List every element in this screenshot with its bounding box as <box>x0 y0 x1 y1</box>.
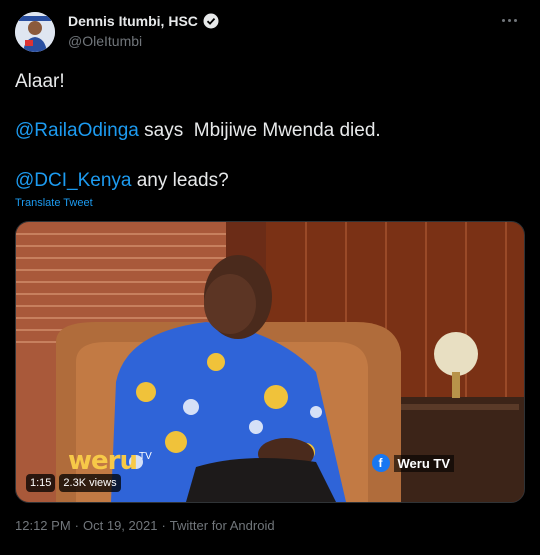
tweet-date[interactable]: Oct 19, 2021 <box>83 518 157 533</box>
tweet-text: Alaar! <box>15 71 65 92</box>
tweet-text: says Mbijiwe Mwenda died. <box>138 120 381 141</box>
verified-badge-icon <box>203 13 219 29</box>
channel-label: Weru TV <box>393 454 454 472</box>
translate-tweet-link[interactable]: Translate Tweet <box>15 197 93 209</box>
meta-separator: · <box>161 518 166 533</box>
author-handle[interactable]: @OleItumbi <box>68 33 142 49</box>
author-display-name[interactable]: Dennis Itumbi, HSC <box>68 13 198 29</box>
weru-logo-text: weru <box>68 446 138 476</box>
more-options-icon[interactable] <box>502 14 522 26</box>
tweet-time[interactable]: 12:12 PM <box>15 518 71 533</box>
tweet: Dennis Itumbi, HSC @OleItumbi Alaar! @Ra… <box>0 0 540 555</box>
avatar-image <box>15 12 55 52</box>
tweet-meta: 12:12 PM · Oct 19, 2021 · Twitter for Androi… <box>15 518 275 533</box>
view-count: 2.3K views <box>59 474 121 492</box>
weru-logo-tv: TV <box>139 451 152 462</box>
tweet-text-line-3: @DCI_Kenya any leads? <box>15 169 229 193</box>
tweet-text-line-1: Alaar! <box>15 70 65 94</box>
video-stats: 1:15 2.3K views <box>26 474 125 492</box>
author-name-row: Dennis Itumbi, HSC <box>68 13 219 29</box>
facebook-icon: f <box>371 454 390 472</box>
video-duration: 1:15 <box>26 474 56 492</box>
tweet-text: any leads? <box>131 170 229 191</box>
video-player[interactable]: weru TV f Weru TV 1:15 2.3K views <box>15 221 525 503</box>
mention-link[interactable]: @DCI_Kenya <box>15 170 131 191</box>
tweet-text-line-2: @RailaOdinga says Mbijiwe Mwenda died. <box>15 119 381 143</box>
tweet-source[interactable]: Twitter for Android <box>170 518 275 533</box>
weru-tv-logo: weru TV <box>68 446 152 476</box>
mention-link[interactable]: @RailaOdinga <box>15 120 139 141</box>
author-avatar[interactable] <box>15 12 55 52</box>
channel-watermark: f Weru TV <box>371 454 454 472</box>
meta-separator: · <box>74 518 79 533</box>
